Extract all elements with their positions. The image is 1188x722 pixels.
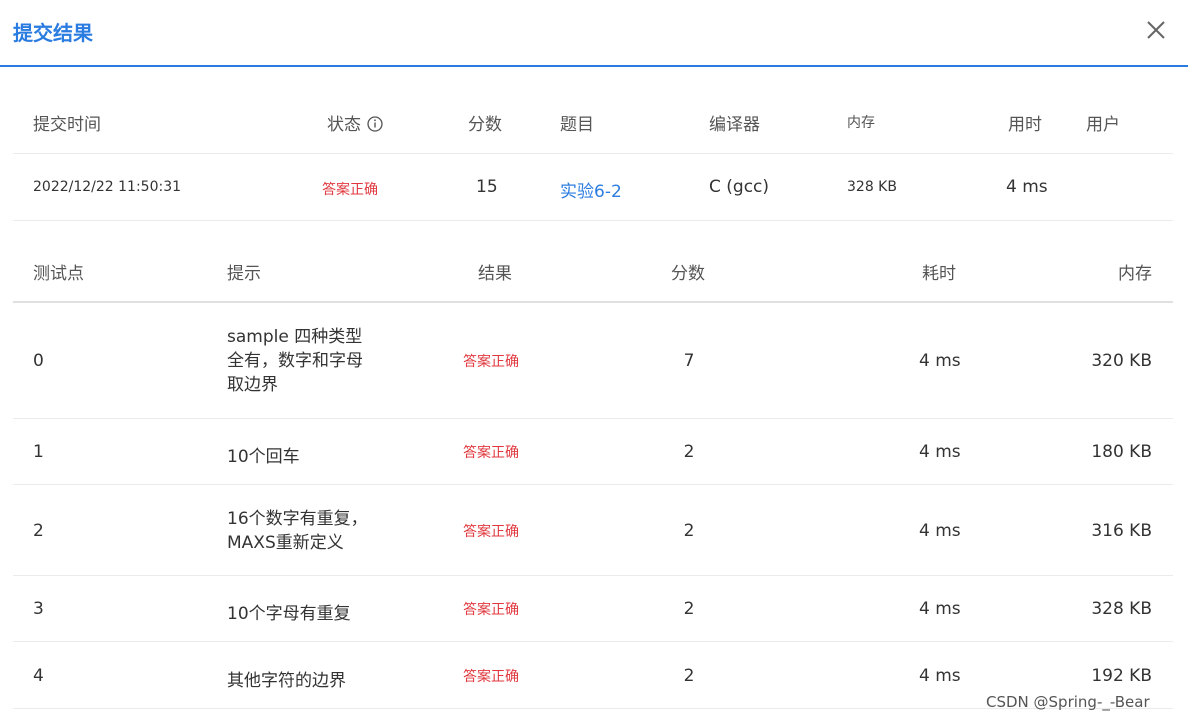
dialog-title: 提交结果 (13, 21, 93, 45)
test-id: 2 (33, 521, 44, 541)
divider (13, 484, 1173, 485)
dialog-header: 提交结果 (0, 0, 1188, 67)
divider (13, 418, 1173, 419)
test-memory: 320 KB (1091, 351, 1152, 371)
summary-header-status: 状态 (327, 110, 383, 135)
test-hint: sample 四种类型 全有，数字和字母 取边界 (227, 325, 427, 397)
test-hint-line: 取边界 (227, 375, 278, 395)
tests-header-hint: 提示 (227, 264, 261, 284)
test-time: 4 ms (919, 442, 961, 462)
test-result: 答案正确 (463, 602, 519, 618)
test-id: 4 (33, 666, 44, 686)
test-hint: 10个回车 (227, 447, 300, 467)
test-id: 1 (33, 442, 44, 462)
test-memory: 192 KB (1091, 666, 1152, 686)
divider (13, 641, 1173, 642)
tests-header-id: 测试点 (33, 264, 84, 284)
test-hint-line: MAXS重新定义 (227, 533, 344, 553)
divider (13, 220, 1173, 221)
summary-header-status-label: 状态 (327, 115, 361, 135)
test-hint: 10个字母有重复 (227, 604, 351, 624)
test-score: 2 (683, 599, 695, 619)
problem-link[interactable]: 实验6-2 (560, 177, 622, 202)
test-score: 2 (683, 666, 695, 686)
test-memory: 328 KB (1091, 599, 1152, 619)
summary-compiler: C (gcc) (709, 177, 770, 197)
divider (13, 153, 1173, 154)
test-result: 答案正确 (463, 524, 519, 540)
test-score: 2 (683, 521, 695, 541)
test-id: 0 (33, 351, 44, 371)
summary-time: 2022/12/22 11:50:31 (33, 179, 182, 195)
close-button[interactable] (1143, 17, 1169, 43)
tests-header-score: 分数 (671, 264, 705, 284)
summary-header-user: 用户 (1086, 115, 1120, 135)
test-hint-line: sample 四种类型 (227, 327, 363, 347)
close-icon (1147, 21, 1165, 39)
test-score: 2 (683, 442, 695, 462)
test-hint-line: 16个数字有重复， (227, 509, 368, 529)
test-hint: 16个数字有重复， MAXS重新定义 (227, 507, 427, 555)
summary-header-problem: 题目 (560, 115, 594, 135)
summary-status: 答案正确 (322, 182, 378, 198)
info-circle-icon[interactable] (367, 116, 383, 132)
test-time: 4 ms (919, 666, 961, 686)
test-result: 答案正确 (463, 354, 519, 370)
test-memory: 316 KB (1091, 521, 1152, 541)
test-score: 7 (683, 351, 695, 371)
test-result: 答案正确 (463, 445, 519, 461)
test-result: 答案正确 (463, 669, 519, 685)
summary-header-compiler: 编译器 (709, 115, 760, 135)
divider (13, 301, 1173, 303)
watermark: CSDN @Spring-_-Bear (986, 693, 1150, 711)
test-time: 4 ms (919, 599, 961, 619)
test-id: 3 (33, 599, 44, 619)
test-time: 4 ms (919, 521, 961, 541)
divider (13, 575, 1173, 576)
summary-header-duration: 用时 (1008, 115, 1042, 135)
test-hint: 其他字符的边界 (227, 671, 346, 691)
summary-header-time: 提交时间 (33, 115, 101, 135)
summary-score: 15 (476, 177, 498, 197)
summary-duration: 4 ms (1006, 177, 1048, 197)
summary-header-memory: 内存 (847, 115, 875, 131)
test-hint-line: 全有，数字和字母 (227, 351, 363, 371)
summary-memory: 328 KB (847, 179, 897, 195)
tests-header-time: 耗时 (922, 264, 956, 284)
tests-header-memory: 内存 (1118, 264, 1152, 284)
summary-header-score: 分数 (468, 115, 502, 135)
test-time: 4 ms (919, 351, 961, 371)
test-memory: 180 KB (1091, 442, 1152, 462)
tests-header-result: 结果 (478, 264, 512, 284)
